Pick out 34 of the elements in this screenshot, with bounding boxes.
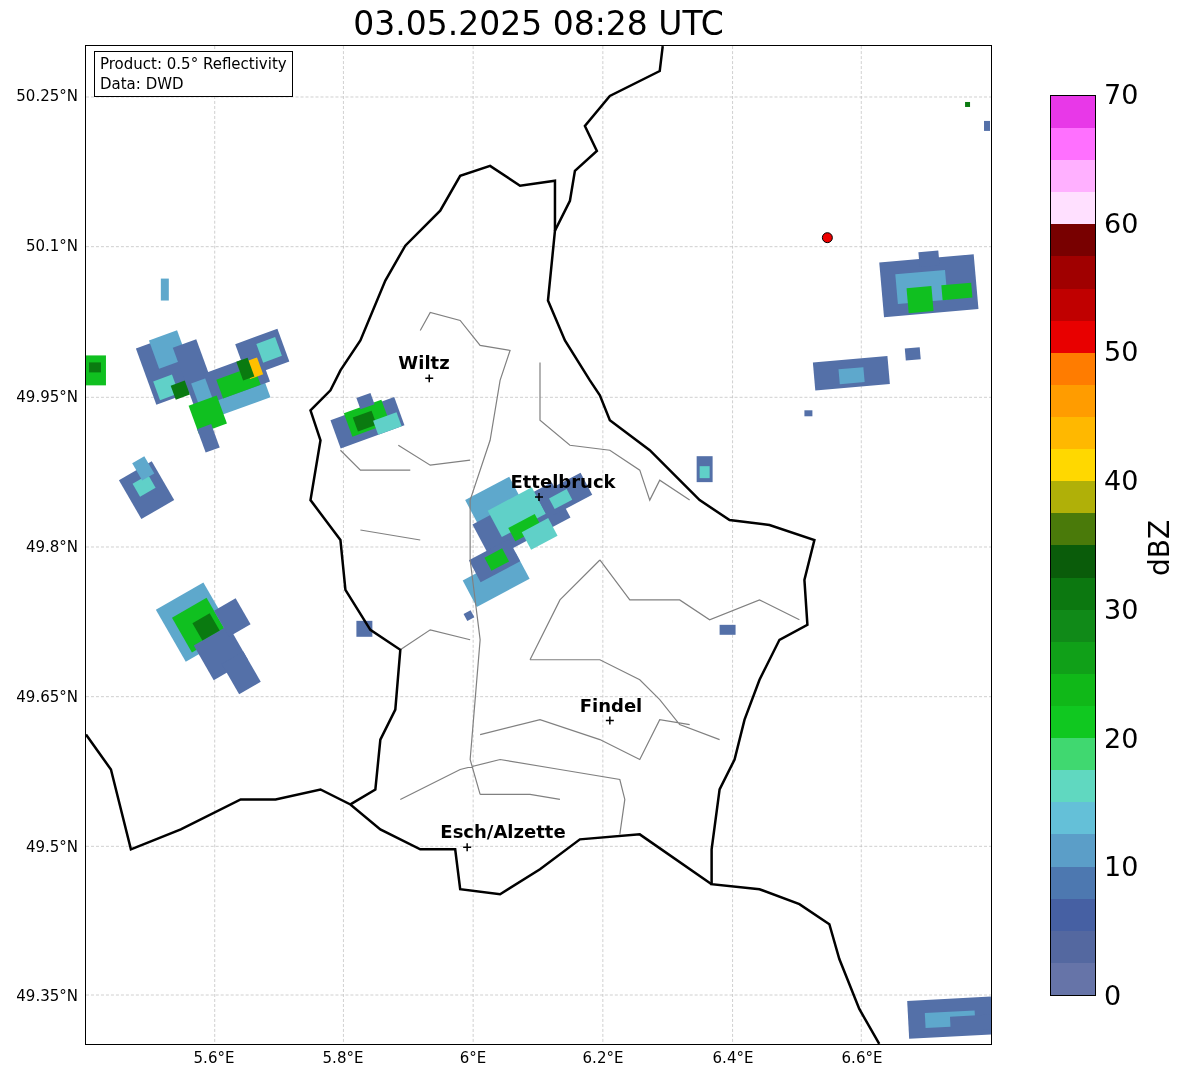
latitude-tick-label: 50.1°N <box>25 235 78 257</box>
city-marker-icon <box>605 715 615 726</box>
legend-text: Product: 0.5° Reflectivity <box>100 54 287 74</box>
city-label: Findel <box>579 693 643 718</box>
colorbar-label: dBZ <box>1142 519 1177 577</box>
city-label: Wiltz <box>398 350 450 375</box>
latitude-tick-label: 49.8°N <box>25 536 78 558</box>
city-label: Esch/Alzette <box>440 819 566 844</box>
city-marker-icon <box>462 842 472 853</box>
latitude-tick-label: 49.35°N <box>16 985 78 1007</box>
latitude-tick-label: 49.5°N <box>25 836 78 858</box>
colorbar-tick-label: 40 <box>1104 466 1139 497</box>
longitude-tick-label: 5.8°E <box>322 1048 364 1069</box>
chart-title: 03.05.2025 08:28 UTC <box>352 4 725 44</box>
city-marker-icon <box>424 373 434 384</box>
colorbar-tick-label: 10 <box>1104 852 1139 883</box>
colorbar-tick-label: 20 <box>1104 723 1139 754</box>
radar-echo <box>86 355 106 386</box>
legend-text: Data: DWD <box>100 74 185 94</box>
longitude-tick-label: 6.2°E <box>582 1048 624 1069</box>
longitude-tick-label: 6°E <box>459 1048 487 1069</box>
longitude-tick-label: 6.6°E <box>841 1048 883 1069</box>
latitude-tick-label: 50.25°N <box>16 85 78 107</box>
latitude-tick-label: 49.95°N <box>16 386 78 408</box>
longitude-tick-label: 6.4°E <box>712 1048 754 1069</box>
colorbar-tick-label: 70 <box>1104 80 1139 110</box>
colorbar-tick-label: 50 <box>1104 337 1139 368</box>
colorbar-tick-label: 0 <box>1104 981 1122 1011</box>
radar-site-marker <box>821 232 833 244</box>
latitude-tick-label: 49.65°N <box>16 686 78 708</box>
colorbar-tick-label: 30 <box>1104 594 1139 625</box>
colorbar-tick-label: 60 <box>1104 208 1139 239</box>
longitude-tick-label: 5.6°E <box>193 1048 235 1069</box>
city-marker-icon <box>534 492 544 502</box>
